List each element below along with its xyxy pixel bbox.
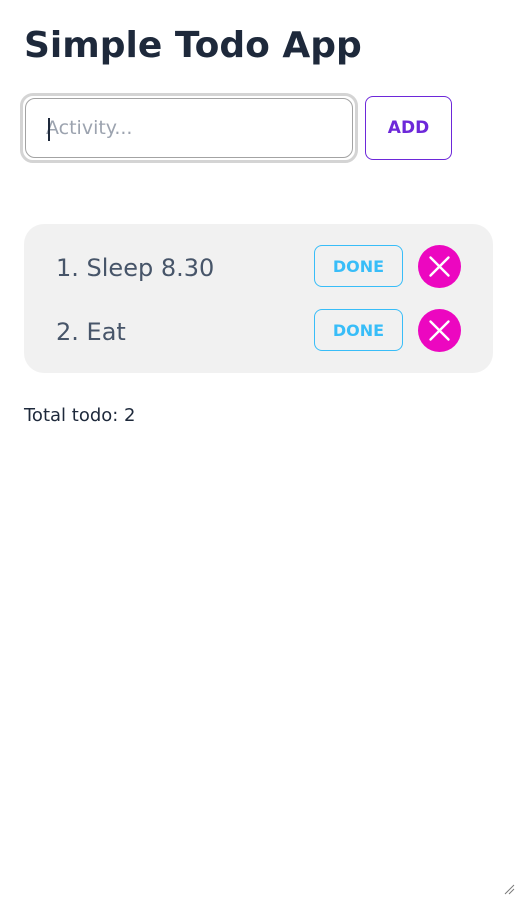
activity-input[interactable] [25,98,353,158]
app-page: Simple Todo App ADD 1. Sleep 8.30 DONE 2… [0,0,517,897]
page-title: Simple Todo App [24,25,362,66]
todo-item: 1. Sleep 8.30 DONE [24,243,493,293]
resize-grip-icon[interactable] [503,883,515,895]
close-icon [429,256,450,277]
todo-text: 2. Eat [56,318,126,346]
todo-item: 2. Eat DONE [24,307,493,357]
done-button[interactable]: DONE [314,245,403,287]
todo-text: 1. Sleep 8.30 [56,254,215,282]
todo-list: 1. Sleep 8.30 DONE 2. Eat DONE [24,224,493,373]
add-button[interactable]: ADD [365,96,452,160]
close-icon [429,320,450,341]
delete-button[interactable] [418,309,461,352]
delete-button[interactable] [418,245,461,288]
text-caret [48,118,50,141]
done-button[interactable]: DONE [314,309,403,351]
activity-input-wrapper [20,93,358,163]
total-todo-count: Total todo: 2 [24,405,136,426]
